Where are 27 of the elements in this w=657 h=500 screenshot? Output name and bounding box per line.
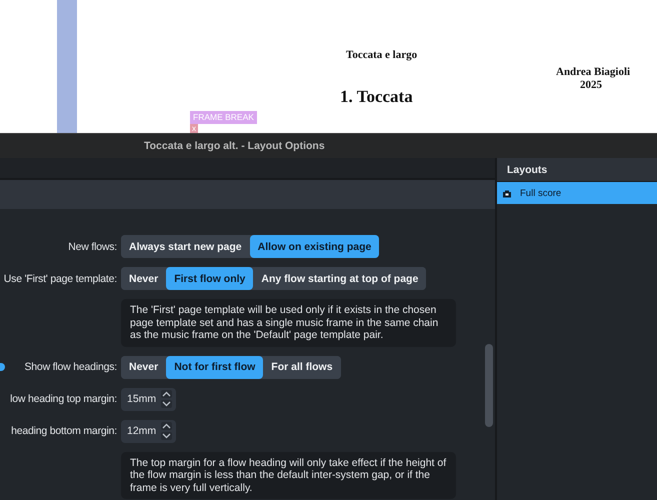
increment-icon[interactable] [162,423,171,429]
score-title: Toccata e largo [346,49,418,61]
flow-title: 1. Toccata [340,87,413,107]
break-marker: x [190,124,198,133]
info-note: The 'First' page template will be used only if it exists in the chosen page template set and has a single music frame in the same chain as the music frame on the 'Default' page template pair. [121,299,456,346]
option-button[interactable]: First flow only [166,267,254,290]
layout-item[interactable]: Full score [497,182,657,204]
option-button[interactable]: Allow on existing page [250,235,380,258]
option-label: heading bottom margin: [11,425,117,437]
option-label: low heading top margin: [10,393,117,405]
number-field[interactable]: 15mm [121,388,176,410]
composition-year: 2025 [580,79,602,91]
increment-icon[interactable] [162,391,171,397]
frame-break-label: FRAME BREAK [190,111,257,124]
score-icon [502,188,512,198]
option-button[interactable]: Not for first flow [166,356,264,378]
composer-name: Andrea Biagioli [556,66,630,78]
option-label: Use 'First' page template: [4,272,117,284]
info-note: The top margin for a flow heading will only take effect if the height of the flow margin is less than the default inter-system gap, or if the frame is very full vertically. [121,452,456,499]
window-title: Toccata e largo alt. - Layout Options [144,140,325,152]
decrement-icon[interactable] [162,433,171,439]
option-label: New flows: [68,240,117,252]
number-field[interactable]: 12mm [121,420,176,442]
scrollbar-thumb[interactable] [485,344,493,427]
decrement-icon[interactable] [162,401,171,407]
option-label: Show flow headings: [24,361,117,373]
panel-title: Layouts [507,164,548,176]
